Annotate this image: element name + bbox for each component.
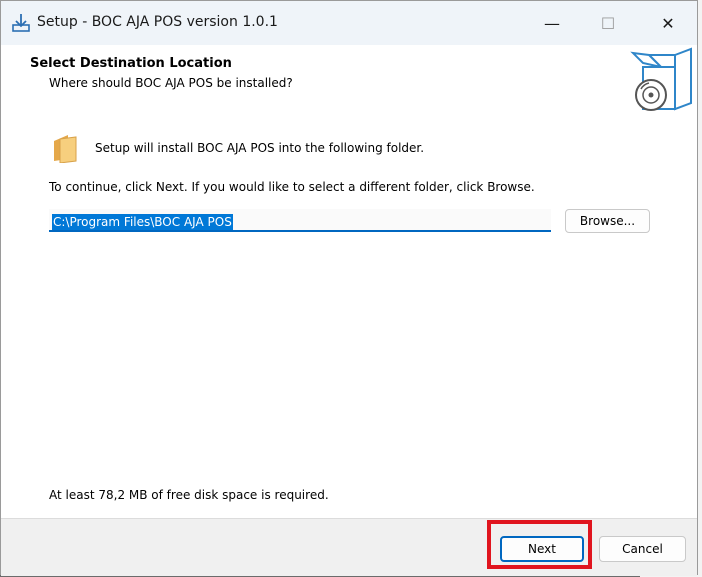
install-intro-text: Setup will install BOC AJA POS into the … bbox=[95, 141, 425, 155]
folder-icon bbox=[54, 135, 77, 163]
install-path-input[interactable]: C:\Program Files\BOC AJA POS bbox=[49, 209, 551, 232]
setup-download-icon bbox=[12, 14, 30, 32]
install-path-value: C:\Program Files\BOC AJA POS bbox=[52, 214, 233, 230]
browse-button[interactable]: Browse... bbox=[565, 209, 650, 233]
setup-dialog: Setup - BOC AJA POS version 1.0.1 — ☐ ✕ … bbox=[0, 0, 698, 576]
window-title: Setup - BOC AJA POS version 1.0.1 bbox=[37, 14, 278, 30]
cancel-button[interactable]: Cancel bbox=[599, 536, 686, 562]
next-button[interactable]: Next bbox=[500, 536, 584, 562]
maximize-button[interactable]: ☐ bbox=[585, 1, 631, 45]
wizard-footer: Next Cancel bbox=[1, 518, 697, 576]
disk-space-text: At least 78,2 MB of free disk space is r… bbox=[49, 488, 329, 502]
setup-box-disc-icon bbox=[630, 47, 692, 111]
instructions-text: To continue, click Next. If you would li… bbox=[49, 180, 535, 194]
page-subtitle: Where should BOC AJA POS be installed? bbox=[49, 76, 293, 90]
close-button[interactable]: ✕ bbox=[645, 1, 691, 45]
title-bar[interactable]: Setup - BOC AJA POS version 1.0.1 — ☐ ✕ bbox=[1, 1, 697, 45]
wizard-header: Select Destination Location Where should… bbox=[1, 45, 697, 112]
minimize-button[interactable]: — bbox=[529, 1, 575, 45]
page-title: Select Destination Location bbox=[30, 56, 232, 71]
